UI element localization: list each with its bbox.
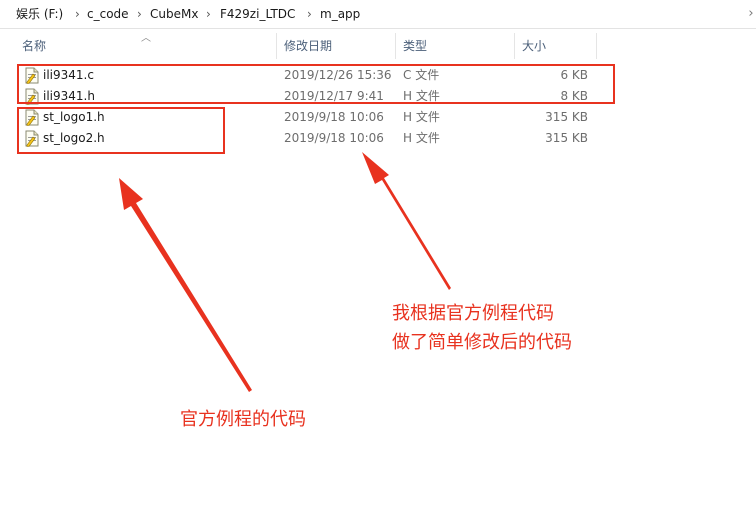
breadcrumb-item-drive[interactable]: 娱乐 (F:) [16,0,63,28]
annotation-official: 官方例程的代码 [180,409,306,430]
file-date: 2019/9/18 10:06 [284,110,384,124]
annotation-modified-line2: 做了简单修改后的代码 [392,332,572,353]
file-type: H 文件 [403,131,440,145]
breadcrumb-item-m-app[interactable]: m_app [320,0,360,28]
breadcrumb-item-cubemx[interactable]: CubeMx [150,0,198,28]
arrow-to-official-files [119,178,252,392]
column-date[interactable]: 修改日期 [284,33,332,59]
breadcrumb-separator-icon[interactable]: › [307,0,312,28]
column-divider[interactable] [596,33,597,59]
column-divider[interactable] [514,33,515,59]
column-name[interactable]: 名称 [22,33,46,59]
highlight-box-official [17,107,225,154]
arrow-to-modified-files [362,152,451,290]
column-type[interactable]: 类型 [403,33,427,59]
breadcrumb-separator-icon[interactable]: › [206,0,211,28]
file-size: 315 KB [545,131,588,145]
column-header: 名称 修改日期 类型 大小 [0,33,600,59]
breadcrumb-item-f429zi-ltdc[interactable]: F429zi_LTDC [220,0,295,28]
breadcrumb-separator-icon[interactable]: › [137,0,142,28]
file-date: 2019/9/18 10:06 [284,131,384,145]
column-size[interactable]: 大小 [522,33,546,59]
breadcrumb-item-c-code[interactable]: c_code [87,0,129,28]
file-size: 315 KB [545,110,588,124]
column-divider[interactable] [395,33,396,59]
annotation-modified-line1: 我根据官方例程代码 [392,303,554,324]
column-divider[interactable] [276,33,277,59]
file-type: H 文件 [403,110,440,124]
address-dropdown-icon[interactable]: › [744,0,756,28]
breadcrumb-separator-icon[interactable]: › [75,0,80,28]
breadcrumb: 娱乐 (F:) › c_code › CubeMx › F429zi_LTDC … [0,0,756,29]
highlight-box-modified [17,64,615,104]
